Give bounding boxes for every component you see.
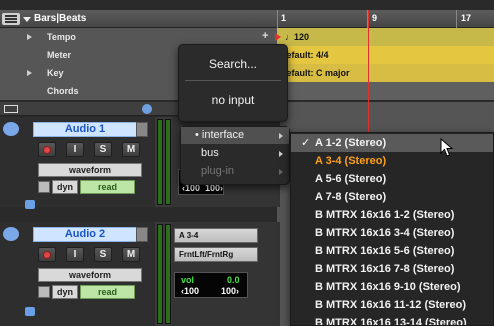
expand-arrow-icon[interactable]	[27, 34, 32, 40]
expand-arrow-icon[interactable]	[27, 70, 32, 76]
menu-item-b-mtrx-5-6[interactable]: B MTRX 16x16 5-6 (Stereo)	[291, 242, 493, 260]
bullet-icon: •	[195, 129, 199, 141]
track-audio-2: Audio 2 I S M waveform dyn read	[0, 222, 155, 326]
solo-button[interactable]: S	[94, 142, 112, 157]
ruler-menu-icon[interactable]	[2, 13, 20, 25]
bar-number: 1	[281, 13, 287, 23]
tempo-value: ♩120	[285, 32, 310, 42]
level-meter-right	[165, 224, 171, 324]
menu-item-bus[interactable]: bus	[181, 145, 289, 162]
input-category-menu: • interface bus plug-in	[180, 126, 290, 185]
automation-mode-select[interactable]: read	[80, 285, 135, 299]
track-select-icon[interactable]	[3, 122, 19, 136]
record-button[interactable]	[38, 247, 56, 262]
record-icon	[43, 146, 51, 154]
track-select-icon[interactable]	[3, 227, 19, 241]
dyn-button[interactable]: dyn	[52, 180, 78, 194]
meter-lane[interactable]: Default: 4/4	[277, 46, 494, 64]
mouse-cursor-icon	[440, 138, 454, 157]
track-view-select[interactable]: waveform	[38, 268, 142, 282]
menu-item-interface[interactable]: • interface	[181, 127, 289, 144]
meter-strip	[155, 117, 173, 207]
menu-item-search[interactable]: Search...	[179, 57, 287, 71]
menu-item-b-mtrx-3-4[interactable]: B MTRX 16x16 3-4 (Stereo)	[291, 224, 493, 242]
track-options-icon[interactable]	[38, 286, 50, 298]
checkmark-icon: ✓	[301, 137, 311, 149]
track-options-icon[interactable]	[38, 181, 50, 193]
tempo-lane[interactable]: ♩120	[275, 28, 494, 46]
ruler-title: Bars|Beats	[34, 13, 87, 24]
mute-button[interactable]: M	[122, 142, 140, 157]
menu-item-label: bus	[201, 147, 219, 159]
menu-item-a1-2[interactable]: ✓ A 1-2 (Stereo)	[291, 134, 493, 152]
track-audio-1: Audio 1 I S M waveform dyn read	[0, 117, 155, 209]
menu-item-b-mtrx-13-14[interactable]: B MTRX 16x16 13-14 (Stereo)	[291, 314, 493, 325]
mute-button[interactable]: M	[122, 247, 140, 262]
input-menu: Search... no input	[178, 44, 288, 122]
track-name[interactable]: Audio 1	[33, 122, 137, 137]
record-icon	[43, 251, 51, 259]
menu-divider	[185, 80, 281, 81]
bar-line	[456, 10, 457, 28]
track-view-select[interactable]: waveform	[38, 163, 142, 177]
chevron-down-icon[interactable]	[23, 17, 31, 22]
vol-label: vol	[181, 275, 195, 285]
ruler-row-label: Chords	[47, 86, 79, 96]
add-tempo-icon[interactable]: +	[262, 30, 268, 42]
level-meter-left	[157, 119, 163, 205]
menu-item-plug-in: plug-in	[181, 163, 289, 180]
level-meter-left	[157, 224, 163, 324]
track-color-icon[interactable]	[25, 200, 35, 209]
timebase-icon[interactable]	[142, 104, 152, 114]
chords-lane[interactable]	[277, 82, 494, 100]
menu-item-b-mtrx-9-10[interactable]: B MTRX 16x16 9-10 (Stereo)	[291, 278, 493, 296]
submenu-arrow-icon	[279, 169, 283, 175]
ruler-header: Bars|Beats 1 9 17	[0, 10, 494, 28]
track-name-dropdown[interactable]	[136, 122, 148, 137]
output-select[interactable]: FrntLft/FrntRg	[174, 247, 258, 262]
bar-line	[277, 10, 278, 28]
volume-pan-display[interactable]: vol 0.0 ‹100 100›	[174, 272, 248, 298]
track-name-dropdown[interactable]	[136, 227, 148, 242]
key-value: Default: C major	[280, 68, 350, 78]
track-name[interactable]: Audio 2	[33, 227, 137, 242]
menu-item-b-mtrx-11-12[interactable]: B MTRX 16x16 11-12 (Stereo)	[291, 296, 493, 314]
menu-item-label: plug-in	[201, 165, 235, 177]
vol-value: 0.0	[227, 275, 240, 285]
menu-item-b-mtrx-1-2[interactable]: B MTRX 16x16 1-2 (Stereo)	[291, 206, 493, 224]
input-select[interactable]: A 3-4	[174, 228, 258, 243]
bar-number: 9	[372, 13, 378, 23]
track-color-icon[interactable]	[25, 307, 35, 316]
menu-item-b-mtrx-7-8[interactable]: B MTRX 16x16 7-8 (Stereo)	[291, 260, 493, 278]
submenu-arrow-icon	[279, 133, 283, 139]
dyn-button[interactable]: dyn	[52, 285, 78, 299]
key-lane[interactable]: Default: C major	[277, 64, 494, 82]
submenu-arrow-icon	[279, 151, 283, 157]
ruler-row-label: Key	[47, 68, 64, 78]
ruler-row-label: Meter	[47, 50, 72, 60]
ruler-row-label: Tempo	[47, 32, 76, 42]
menu-item-label: A 1-2 (Stereo)	[315, 137, 387, 149]
tempo-marker-icon[interactable]	[275, 33, 281, 41]
menu-item-no-input[interactable]: no input	[179, 93, 287, 107]
menu-item-a7-8[interactable]: A 7-8 (Stereo)	[291, 188, 493, 206]
solo-button[interactable]: S	[94, 247, 112, 262]
meter-strip	[155, 222, 173, 326]
track-list-icon[interactable]	[4, 105, 18, 113]
input-monitor-button[interactable]: I	[66, 247, 84, 262]
menu-item-a3-4[interactable]: A 3-4 (Stereo)	[291, 152, 493, 170]
pan-right-value: 100›	[221, 286, 240, 296]
automation-mode-select[interactable]: read	[80, 180, 135, 194]
bar-number: 17	[461, 13, 472, 23]
menu-item-label: interface	[201, 129, 245, 141]
io-column-track-2: A 3-4 FrntLft/FrntRg vol 0.0 ‹100 100›	[172, 222, 280, 326]
level-meter-right	[165, 119, 171, 205]
menu-item-a5-6[interactable]: A 5-6 (Stereo)	[291, 170, 493, 188]
interface-submenu: ✓ A 1-2 (Stereo) A 3-4 (Stereo) A 5-6 (S…	[290, 132, 494, 326]
input-monitor-button[interactable]: I	[66, 142, 84, 157]
pan-left-value: ‹100	[181, 286, 200, 296]
record-button[interactable]	[38, 142, 56, 157]
